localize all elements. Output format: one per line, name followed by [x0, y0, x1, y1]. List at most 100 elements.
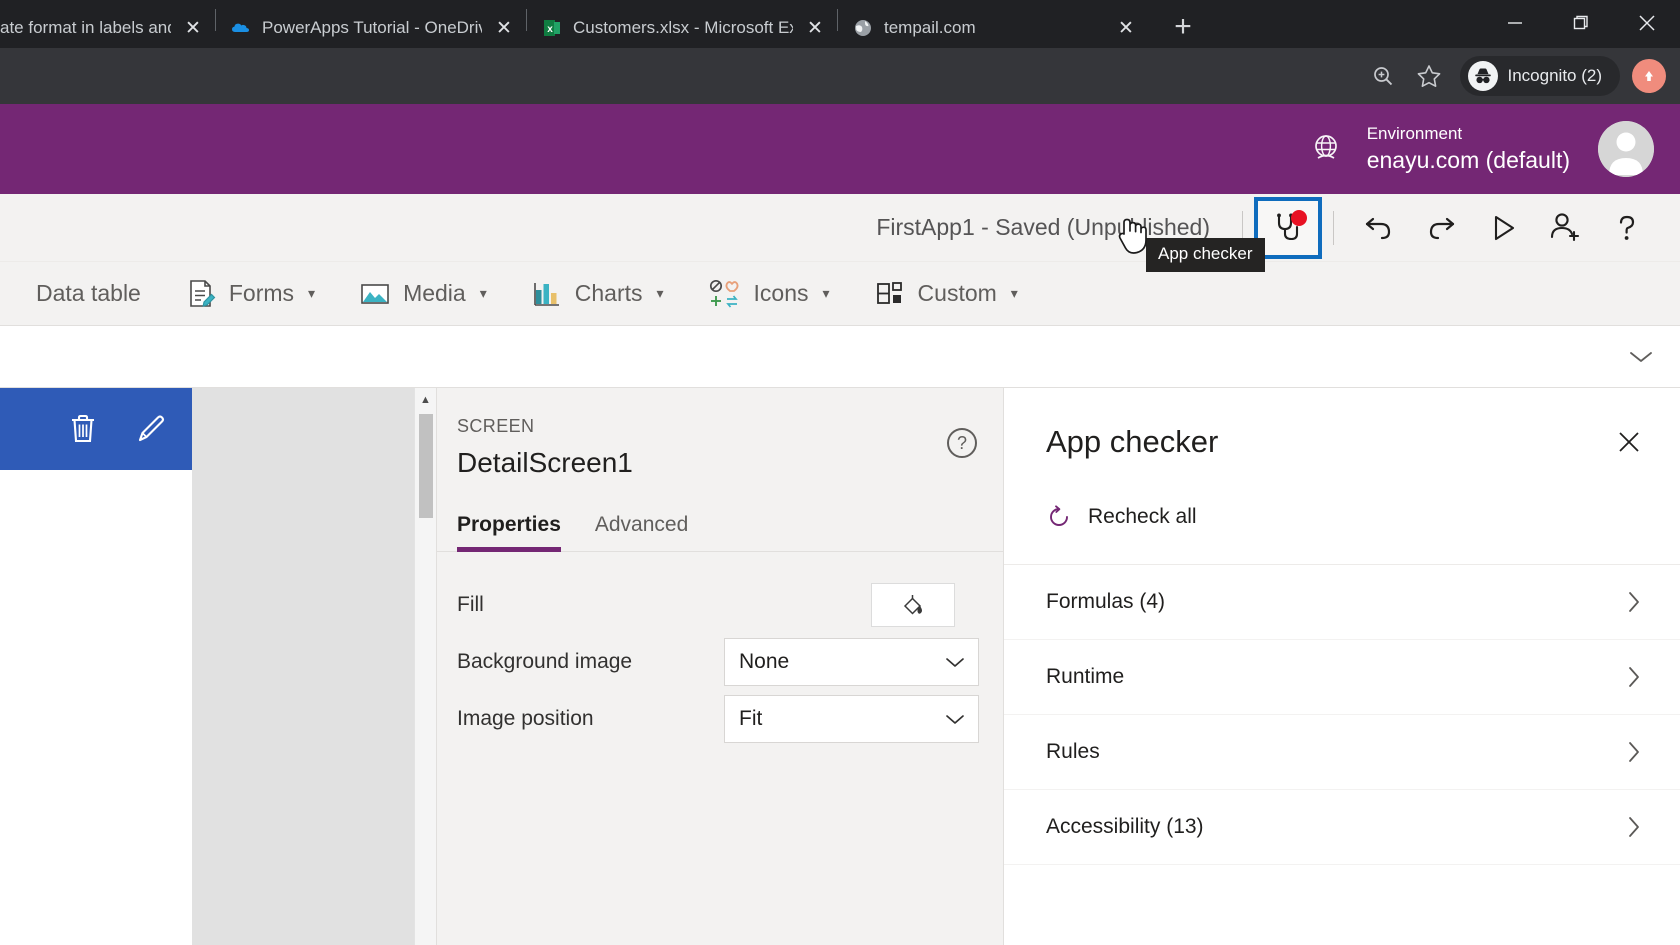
help-button[interactable] [1596, 200, 1658, 256]
chevron-down-icon: ▾ [308, 285, 316, 301]
scrollbar-thumb[interactable] [419, 414, 433, 518]
chevron-right-icon [1626, 814, 1642, 840]
checker-item-label: Formulas (4) [1046, 590, 1166, 613]
undo-button[interactable] [1348, 200, 1410, 256]
image-position-select[interactable]: Fit [724, 694, 979, 743]
recheck-all-button[interactable]: Recheck all [1004, 460, 1680, 530]
chevron-down-icon: ▾ [1010, 285, 1018, 301]
background-image-select[interactable]: None [724, 637, 979, 686]
checker-item-label: Rules [1046, 740, 1100, 763]
environment-value: enayu.com (default) [1366, 147, 1570, 174]
window-maximize-button[interactable] [1548, 0, 1614, 46]
ribbon-item-media[interactable]: Media ▾ [337, 262, 509, 325]
user-avatar-icon[interactable] [1598, 121, 1654, 177]
checker-item-rules[interactable]: Rules [1004, 715, 1680, 790]
incognito-indicator[interactable]: Incognito (2) [1459, 56, 1620, 96]
environment-text: Environment enayu.com (default) [1367, 123, 1570, 175]
pencil-icon[interactable] [134, 411, 168, 447]
environment-label: Environment [1366, 124, 1463, 143]
screen-header-bar [0, 388, 192, 470]
form-edit-icon [185, 278, 217, 310]
icons-group-icon [708, 278, 742, 310]
profile-avatar-icon[interactable] [1632, 59, 1666, 93]
tab-close-icon[interactable]: ✕ [803, 17, 827, 40]
checker-item-accessibility[interactable]: Accessibility (13) [1004, 790, 1680, 865]
browser-tab[interactable]: PowerApps Tutorial - OneDrive ✕ [216, 8, 526, 48]
chevron-down-icon[interactable] [1628, 349, 1654, 365]
ribbon-item-icons[interactable]: Icons ▾ [686, 262, 852, 325]
person-add-icon [1546, 209, 1584, 247]
ribbon-item-charts[interactable]: Charts ▾ [509, 262, 686, 325]
properties-panel: SCREEN DetailScreen1 ? Properties Advanc… [437, 388, 1004, 945]
select-value: None [739, 649, 790, 673]
app-checker-header: App checker [1004, 388, 1680, 460]
browser-tab[interactable]: ate format in labels and ✕ [0, 8, 215, 48]
properties-header: SCREEN DetailScreen1 ? [437, 388, 1003, 479]
recheck-all-label: Recheck all [1088, 505, 1197, 528]
question-circle-icon[interactable]: ? [947, 428, 977, 458]
checker-item-label: Accessibility (13) [1046, 815, 1204, 838]
incognito-icon [1467, 61, 1498, 91]
canvas-scrollbar[interactable]: ▲ [414, 388, 436, 945]
tab-title: Customers.xlsx - Microsoft Excel O [573, 18, 793, 37]
property-label: Background image [457, 649, 633, 673]
checker-item-runtime[interactable]: Runtime [1004, 640, 1680, 715]
ribbon-item-custom[interactable]: Custom ▾ [852, 262, 1040, 325]
browser-tab[interactable]: x Customers.xlsx - Microsoft Excel O ✕ [527, 8, 837, 48]
close-icon[interactable] [1616, 429, 1642, 455]
checker-item-formulas[interactable]: Formulas (4) [1004, 565, 1680, 640]
app-title: FirstApp1 - Saved (Unpublished) [876, 214, 1210, 240]
property-label: Fill [457, 592, 484, 616]
browser-tab[interactable]: tempail.com ✕ [838, 8, 1148, 48]
ribbon-item-forms[interactable]: Forms ▾ [163, 262, 337, 325]
trash-icon[interactable] [66, 411, 100, 447]
app-checker-button[interactable] [1254, 196, 1322, 259]
onedrive-icon [230, 17, 252, 39]
window-minimize-button[interactable] [1482, 0, 1548, 46]
globe-icon [1307, 130, 1345, 168]
fill-color-button[interactable] [871, 582, 955, 627]
property-label: Image position [457, 706, 594, 730]
tab-close-icon[interactable]: ✕ [181, 17, 205, 40]
redo-button[interactable] [1410, 200, 1472, 256]
share-button[interactable] [1534, 200, 1596, 256]
properties-control-name: DetailScreen1 [457, 447, 633, 478]
ribbon-item-label: Forms [228, 280, 295, 306]
question-mark-icon [1609, 210, 1645, 246]
play-triangle-icon [1485, 210, 1521, 246]
zoom-in-icon[interactable] [1360, 53, 1406, 99]
chevron-down-icon: ▾ [656, 285, 664, 301]
scrollbar-up-arrow-icon[interactable]: ▲ [415, 388, 436, 412]
tab-close-icon[interactable]: ✕ [492, 17, 516, 40]
undo-arrow-icon [1360, 209, 1398, 247]
star-icon[interactable] [1406, 53, 1452, 99]
window-close-button[interactable] [1614, 0, 1680, 46]
chevron-down-icon [944, 655, 966, 669]
chevron-down-icon: ▾ [479, 285, 487, 301]
tab-advanced[interactable]: Advanced [595, 513, 688, 551]
ribbon-item-data-table[interactable]: Data table [14, 262, 163, 325]
app-command-bar: FirstApp1 - Saved (Unpublished) [0, 194, 1680, 262]
ribbon-item-label: Data table [36, 280, 141, 306]
tab-close-icon[interactable]: ✕ [1114, 17, 1138, 40]
properties-tabs: Properties Advanced [437, 479, 1003, 552]
browser-toolbar: Incognito (2) [0, 48, 1680, 104]
redo-arrow-icon [1422, 209, 1460, 247]
command-divider [1333, 210, 1334, 245]
refresh-icon [1046, 504, 1072, 530]
formula-bar[interactable] [0, 326, 1680, 388]
tab-title: ate format in labels and [0, 18, 171, 37]
checker-item-label: Runtime [1046, 665, 1125, 688]
ribbon-item-label: Charts [574, 280, 643, 306]
tab-properties[interactable]: Properties [457, 513, 561, 552]
chevron-right-icon [1626, 664, 1642, 690]
ribbon-item-label: Media [403, 280, 466, 306]
app-checker-tooltip: App checker [1146, 238, 1265, 272]
new-tab-button[interactable]: + [1166, 12, 1200, 42]
chevron-down-icon [944, 712, 966, 726]
ribbon-item-label: Custom [917, 280, 997, 306]
window-controls [1482, 0, 1680, 48]
preview-button[interactable] [1472, 200, 1534, 256]
app-screen-preview[interactable] [0, 388, 192, 945]
app-checker-list: Formulas (4) Runtime Rules Accessibility… [1004, 564, 1680, 865]
